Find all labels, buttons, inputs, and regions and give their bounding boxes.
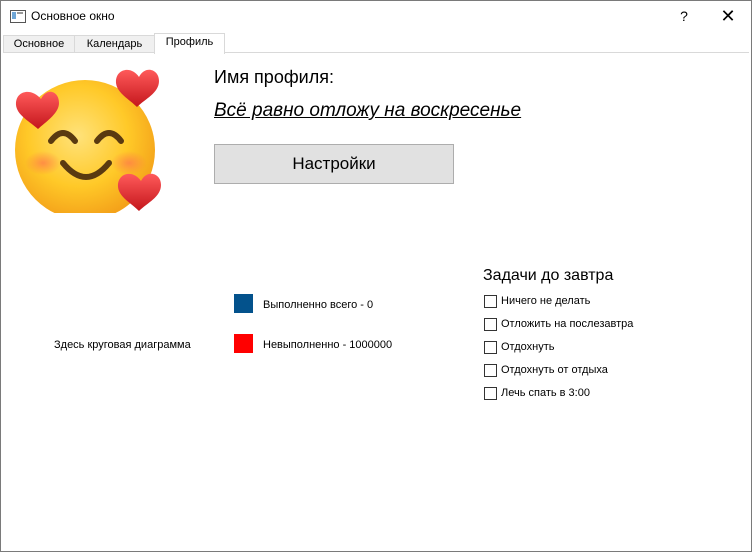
profile-name-label: Имя профиля: [214,67,334,87]
main-window: Основное окно ? ✕ Основное Календарь Про… [0,0,752,552]
task-label: Отдохнуть [501,341,555,353]
task-label: Отдохнуть от отдыха [501,364,608,376]
task-label: Лечь спать в 3:00 [501,387,590,399]
task-label: Отложить на послезавтра [501,318,634,330]
app-window-icon [10,10,26,23]
smiling-face-with-hearts-icon [15,69,161,213]
task-checkbox[interactable] [484,387,497,400]
help-button[interactable]: ? [669,6,699,26]
tab-main[interactable]: Основное [3,35,75,53]
legend-undone-label: Невыполненно - 1000000 [263,339,393,351]
title-bar[interactable]: Основное окно ? ✕ [1,1,751,31]
tasks-title: Задачи до завтра [483,267,614,284]
tab-profile[interactable]: Профиль [154,33,225,54]
legend-done-label: Выполненно всего - 0 [263,299,374,311]
close-button[interactable]: ✕ [709,6,747,26]
task-checkbox[interactable] [484,318,497,331]
task-checkbox[interactable] [484,364,497,377]
legend-done-swatch [234,294,253,313]
tab-calendar[interactable]: Календарь [74,35,155,53]
tab-bar: Основное Календарь Профиль [3,33,749,54]
task-label: Ничего не делать [501,295,591,307]
legend-undone-swatch [234,334,253,353]
pie-chart-placeholder: Здесь круговая диаграмма [54,339,191,351]
profile-name-link[interactable]: Всё равно отложу на воскресенье [214,100,521,122]
task-checkbox[interactable] [484,341,497,354]
settings-button[interactable]: Настройки [214,144,454,184]
window-title: Основное окно [31,9,115,23]
task-checkbox[interactable] [484,295,497,308]
